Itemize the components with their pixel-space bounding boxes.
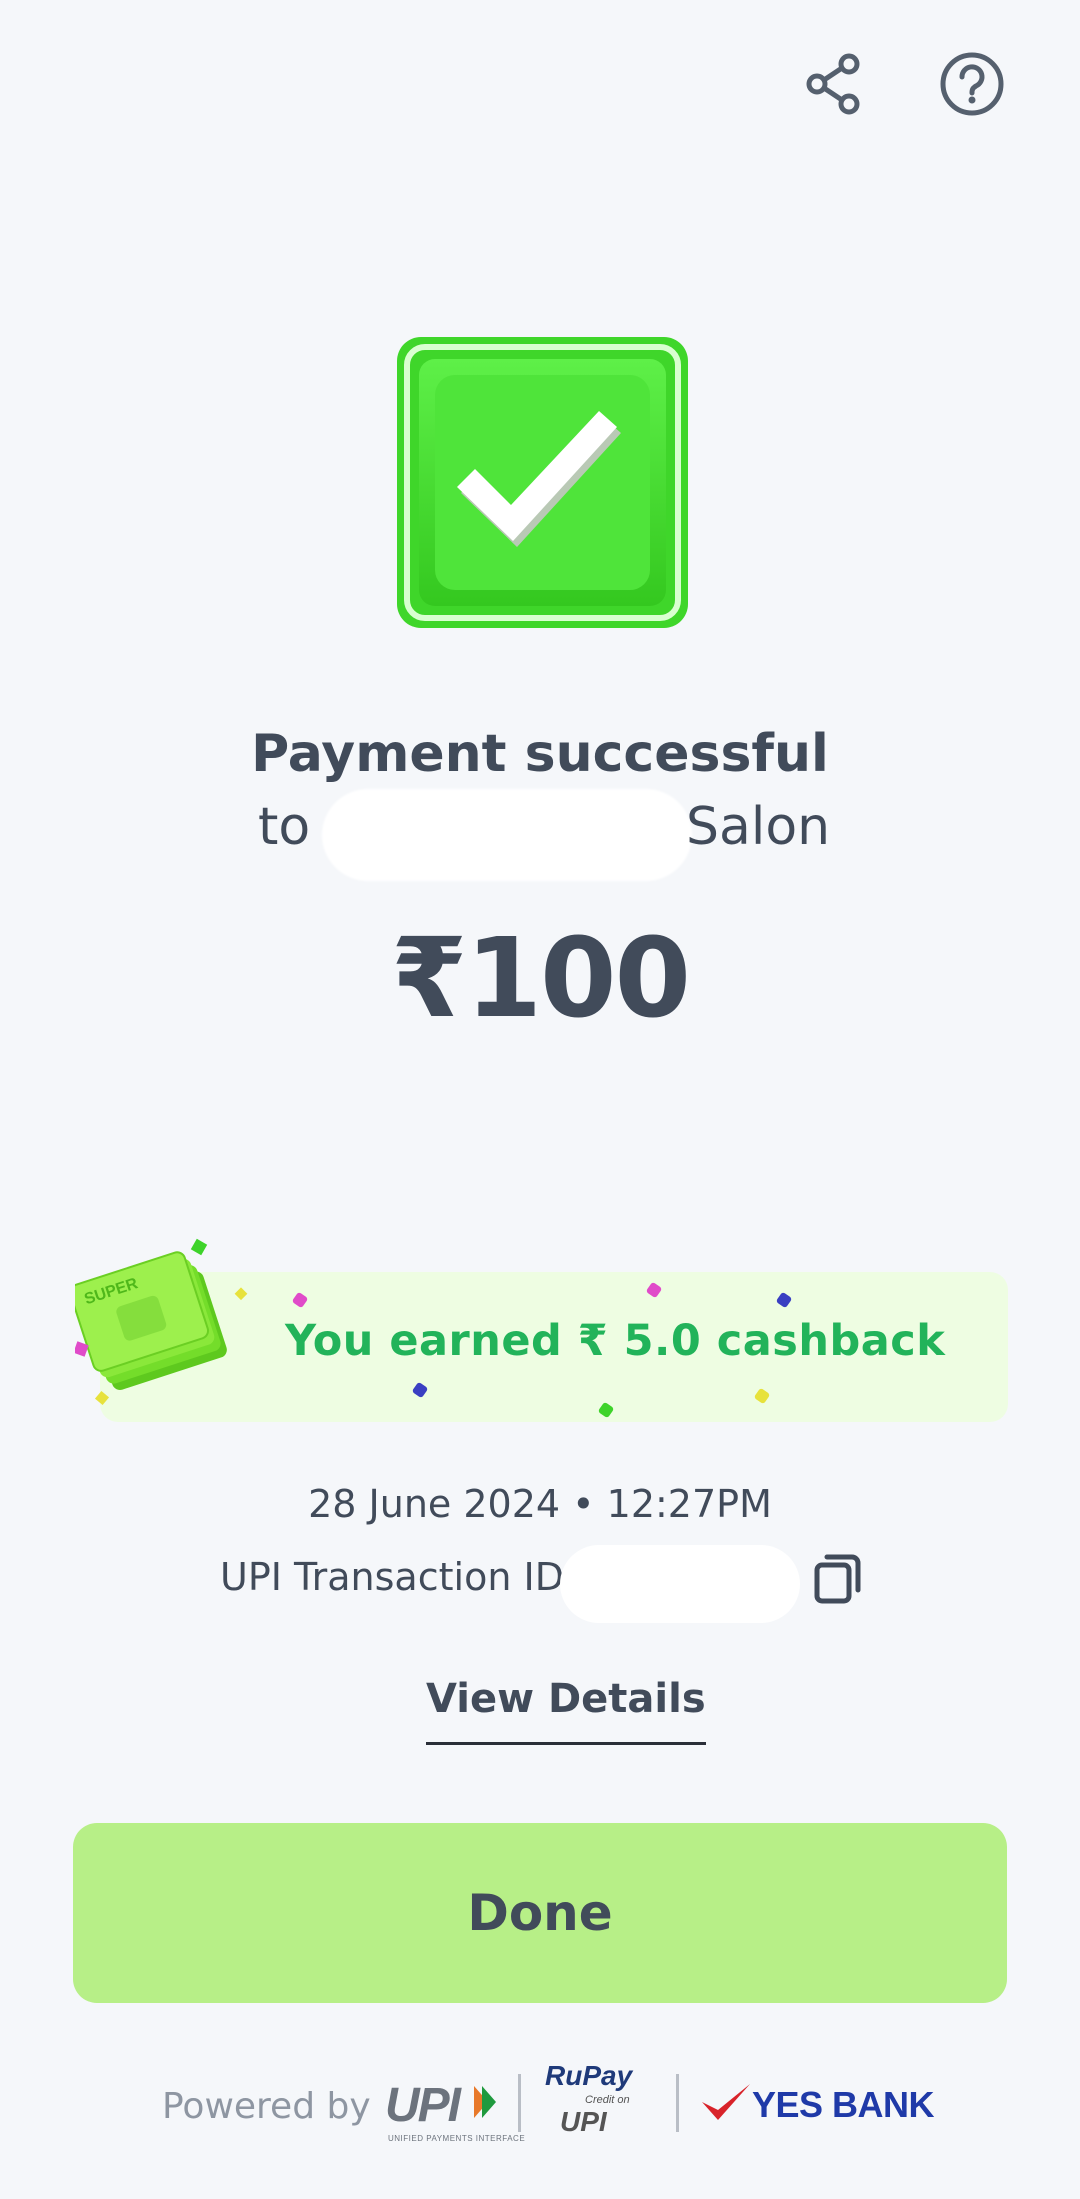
powered-by-footer: Powered by UPI UNIFIED PAYMENTS INTERFAC… xyxy=(0,2050,1080,2160)
transaction-datetime: 28 June 2024 • 12:27PM xyxy=(308,1482,772,1526)
cashback-money-icon: SUPER xyxy=(69,1225,255,1415)
cashback-text: You earned ₹ 5.0 cashback xyxy=(285,1316,946,1366)
share-button[interactable] xyxy=(793,44,873,124)
upi-logo: UPI xyxy=(385,2079,461,2132)
yes-bank-check-icon xyxy=(702,2084,750,2120)
upi-logo-subtext: UNIFIED PAYMENTS INTERFACE xyxy=(388,2134,526,2143)
footer-divider xyxy=(676,2074,679,2132)
help-circle-icon xyxy=(940,52,1004,116)
rupay-upi-logo: UPI xyxy=(560,2106,607,2137)
confetti-piece xyxy=(753,1387,771,1405)
confetti-piece xyxy=(597,1401,615,1419)
rupay-credit-label: Credit on xyxy=(585,2094,630,2106)
yes-bank-logo: YES BANK xyxy=(700,2080,935,2128)
payment-amount: ₹100 xyxy=(390,914,691,1042)
payment-status-title: Payment successful xyxy=(251,724,829,784)
powered-by-label: Powered by xyxy=(162,2086,371,2127)
rupay-logo: RuPay xyxy=(545,2060,633,2091)
share-icon xyxy=(806,53,860,115)
success-check-icon xyxy=(395,335,690,630)
recipient-name-redacted xyxy=(322,789,692,881)
yes-bank-label: YES BANK xyxy=(752,2084,935,2125)
recipient-name-suffix: Salon xyxy=(686,797,831,857)
done-button[interactable]: Done xyxy=(73,1823,1007,2003)
confetti-piece xyxy=(775,1291,793,1309)
footer-divider xyxy=(518,2074,521,2132)
help-button[interactable] xyxy=(932,44,1012,124)
copy-icon xyxy=(814,1554,861,1604)
upi-transaction-label: UPI Transaction ID: xyxy=(220,1555,577,1599)
copy-transaction-id-button[interactable] xyxy=(814,1552,862,1604)
upi-arrow-icon xyxy=(474,2086,496,2118)
upi-transaction-id-redacted xyxy=(560,1545,800,1623)
recipient-prefix: to xyxy=(258,797,311,857)
confetti-piece xyxy=(645,1281,663,1299)
view-details-link[interactable]: View Details xyxy=(426,1676,706,1745)
confetti-piece xyxy=(291,1291,309,1309)
confetti-piece xyxy=(411,1381,429,1399)
